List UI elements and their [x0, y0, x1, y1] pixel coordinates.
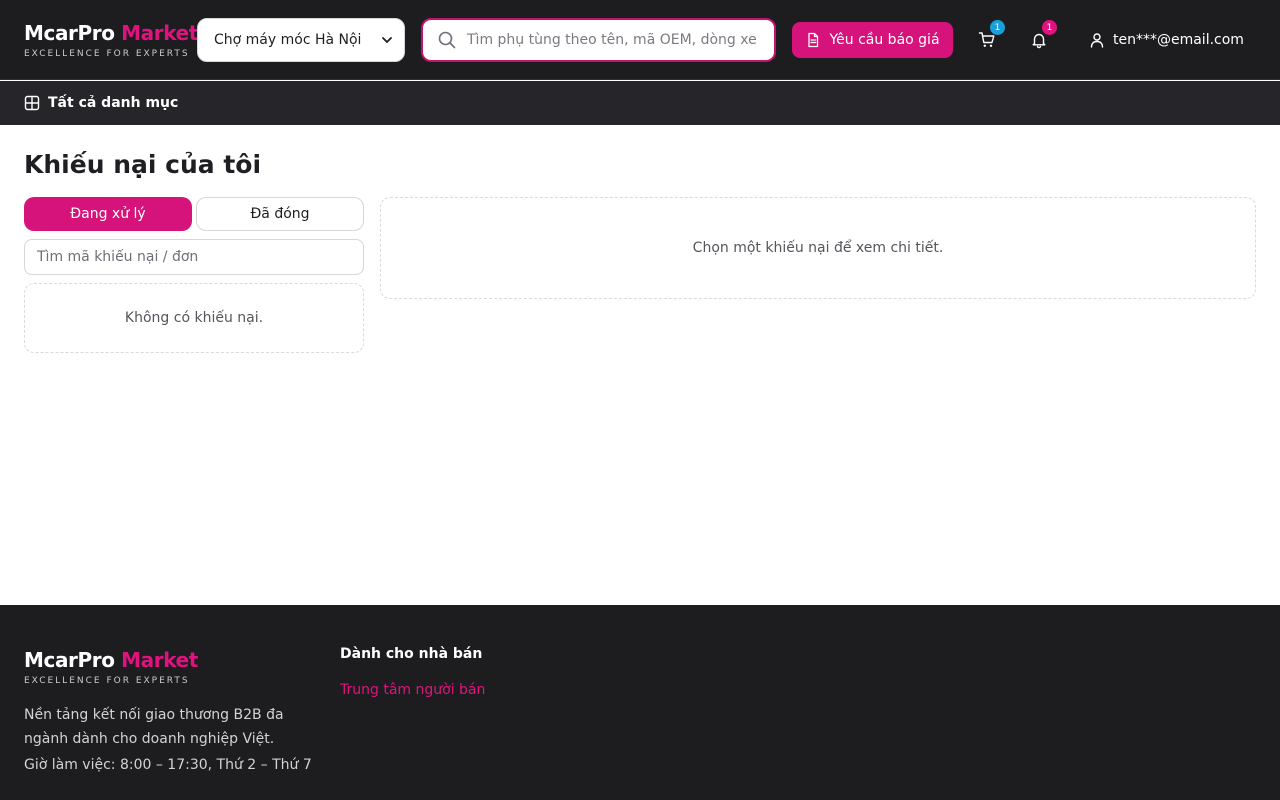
logo-wordmark: McarPro Market [24, 21, 198, 45]
document-icon [808, 32, 819, 48]
request-quote-label: Yêu cầu báo giá [829, 32, 940, 48]
top-header: McarPro Market EXCELLENCE FOR EXPERTS Ch… [0, 0, 1280, 80]
logo-name-part2: Market [121, 21, 198, 45]
footer-description: Nền tảng kết nối giao thương B2B đa ngàn… [24, 707, 284, 747]
notification-count-badge: 1 [1042, 20, 1057, 35]
request-quote-button[interactable]: Yêu cầu báo giá [792, 22, 953, 58]
chevron-down-icon [382, 37, 392, 43]
global-search-input[interactable] [467, 32, 757, 48]
complaint-detail-panel: Chọn một khiếu nại để xem chi tiết. [380, 197, 1256, 299]
footer-seller-heading: Dành cho nhà bán [340, 646, 483, 662]
account-email: ten***@email.com [1113, 32, 1244, 48]
footer-logo[interactable]: McarPro Market EXCELLENCE FOR EXPERTS [24, 648, 198, 687]
empty-list-message: Không có khiếu nại. [124, 310, 264, 326]
cart-count-badge: 1 [990, 20, 1005, 35]
logo-tagline: EXCELLENCE FOR EXPERTS [24, 49, 190, 59]
global-search[interactable] [421, 18, 776, 62]
category-bar: Tất cả danh mục [0, 81, 1280, 125]
tab-in-progress[interactable]: Đang xử lý [24, 197, 192, 231]
account-menu[interactable]: ten***@email.com [1089, 28, 1244, 52]
footer-link-seller-center[interactable]: Trung tâm người bán [340, 682, 485, 698]
tab-closed-label: Đã đóng [250, 206, 310, 222]
tab-closed[interactable]: Đã đóng [196, 197, 364, 231]
footer-logo-wordmark: McarPro Market [24, 648, 198, 672]
complaint-search[interactable] [24, 239, 364, 275]
market-select[interactable]: Chợ máy móc Hà Nội [197, 18, 405, 62]
footer-logo-name-part1: McarPro [24, 648, 115, 672]
footer-business-hours: Giờ làm việc: 8:00 – 17:30, Thứ 2 – Thứ … [24, 757, 312, 773]
detail-placeholder-message: Chọn một khiếu nại để xem chi tiết. [692, 240, 944, 256]
notifications-button[interactable]: 1 [1027, 20, 1057, 52]
logo-name-part1: McarPro [24, 21, 115, 45]
footer-logo-tagline: EXCELLENCE FOR EXPERTS [24, 676, 190, 686]
all-categories-button[interactable]: Tất cả danh mục [24, 95, 178, 111]
user-icon [1090, 33, 1104, 48]
footer-logo-name-part2: Market [121, 648, 198, 672]
search-icon [438, 31, 456, 49]
cart-button[interactable]: 1 [975, 20, 1005, 52]
complaint-list-empty: Không có khiếu nại. [24, 283, 364, 353]
market-select-value: Chợ máy móc Hà Nội [214, 32, 362, 48]
logo[interactable]: McarPro Market EXCELLENCE FOR EXPERTS [24, 21, 198, 60]
grid-icon [24, 95, 40, 111]
page-title: Khiếu nại của tôi [24, 150, 262, 179]
tab-in-progress-label: Đang xử lý [70, 206, 146, 222]
all-categories-label: Tất cả danh mục [48, 95, 179, 111]
complaint-search-input[interactable] [37, 249, 347, 265]
footer: McarPro Market EXCELLENCE FOR EXPERTS Nề… [0, 605, 1280, 800]
